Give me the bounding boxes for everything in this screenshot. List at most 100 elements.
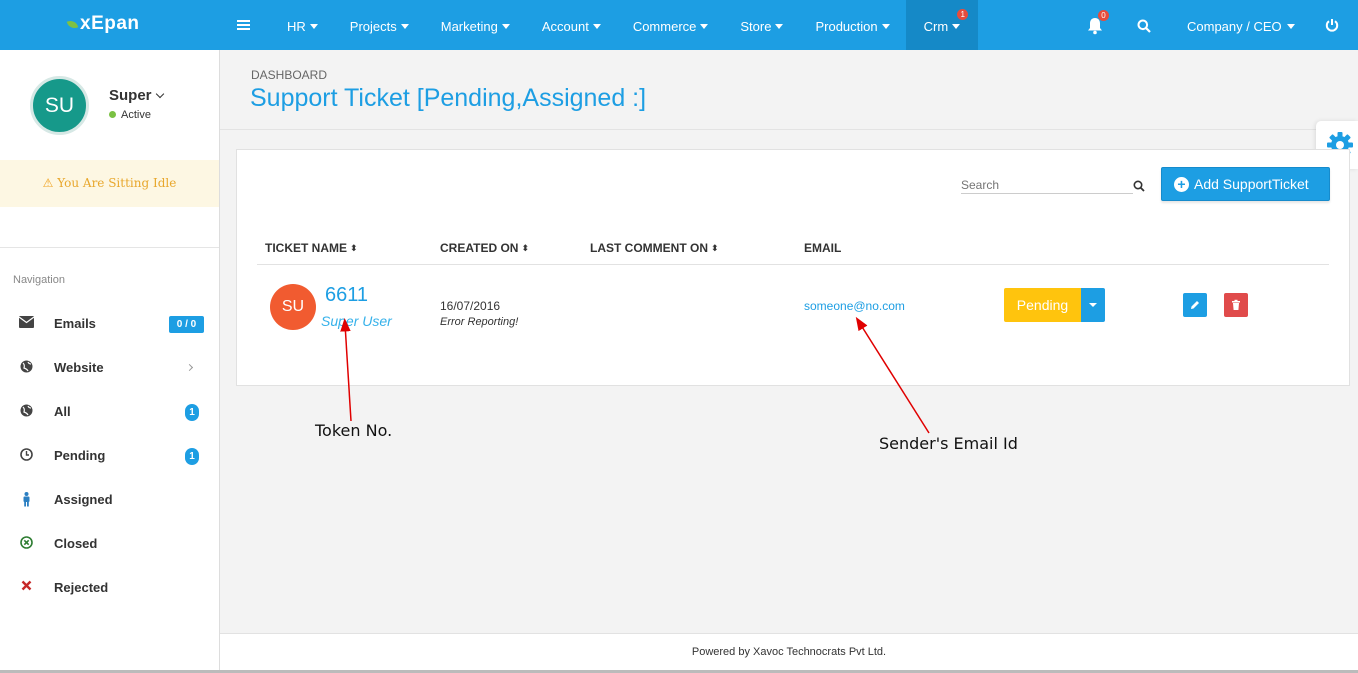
ticket-avatar: SU: [270, 284, 316, 330]
annotation-email: Sender's Email Id: [879, 434, 1018, 453]
search-input[interactable]: [961, 176, 1133, 194]
menu-store-label: Store: [740, 19, 772, 34]
col-created-on-label: CREATED ON: [440, 241, 519, 255]
breadcrumb[interactable]: DASHBOARD: [251, 68, 327, 82]
idle-alert: ⚠ You Are Sitting Idle: [0, 160, 219, 207]
user-status: Active: [109, 109, 151, 121]
crm-badge: 1: [957, 9, 969, 20]
menu-store[interactable]: Store: [724, 0, 799, 50]
warning-icon: ⚠: [42, 176, 54, 190]
main-menu: HR Projects Marketing Account Commerce S…: [271, 0, 979, 50]
sidebar: SU Super Active ⚠ You Are Sitting Idle N…: [0, 50, 220, 673]
idle-message: You Are Sitting Idle: [57, 176, 177, 190]
notifications-badge: 0: [1098, 10, 1109, 21]
email-link[interactable]: someone@no.com: [804, 299, 905, 313]
menu-production[interactable]: Production: [799, 0, 905, 50]
status-dropdown-toggle[interactable]: [1081, 288, 1105, 322]
top-navbar: xEpan HR Projects Marketing Account Comm…: [0, 0, 1358, 50]
sidebar-item-assigned[interactable]: Assigned: [0, 478, 219, 522]
menu-hr-label: HR: [287, 19, 306, 34]
logo-text: xEpan: [80, 13, 140, 34]
caret-down-icon: [700, 24, 709, 29]
sidebar-item-emails[interactable]: Emails 0 / 0: [0, 302, 219, 346]
trash-icon: [1232, 299, 1240, 310]
menu-projects[interactable]: Projects: [334, 0, 425, 50]
user-name: Super: [109, 87, 152, 104]
sort-icon: ⬍: [521, 243, 529, 253]
add-button-label: Add SupportTicket: [1194, 176, 1309, 192]
col-email-label: EMAIL: [804, 241, 842, 255]
col-created-on[interactable]: CREATED ON ⬍: [440, 241, 529, 255]
search-icon[interactable]: [1137, 19, 1151, 38]
menu-crm-label: Crm: [923, 19, 949, 34]
tickets-card: + Add SupportTicket TICKET NAME⬍ CREATED…: [236, 149, 1350, 386]
page-title: Support Ticket [Pending,Assigned :]: [250, 84, 647, 112]
menu-projects-label: Projects: [349, 19, 397, 34]
x-icon: [19, 580, 34, 594]
sidebar-item-label: Website: [54, 360, 104, 375]
sidebar-item-label: Assigned: [54, 492, 113, 507]
col-last-comment-label: LAST COMMENT ON: [590, 241, 708, 255]
user-menu[interactable]: Super: [109, 87, 164, 104]
company-label: Company / CEO: [1187, 19, 1282, 34]
app-logo[interactable]: xEpan: [66, 13, 140, 35]
company-dropdown[interactable]: Company / CEO: [1187, 0, 1295, 50]
user-avatar[interactable]: SU: [30, 76, 89, 135]
col-last-comment-on[interactable]: LAST COMMENT ON ⬍: [590, 241, 719, 255]
sidebar-item-label: Rejected: [54, 580, 109, 595]
sidebar-item-pending[interactable]: Pending 1: [0, 434, 219, 478]
status-dot-icon: [109, 111, 116, 118]
hamburger-menu-icon[interactable]: [237, 20, 250, 30]
sidebar-item-website[interactable]: Website: [0, 346, 219, 390]
chevron-right-icon: [185, 363, 194, 372]
power-icon[interactable]: [1325, 18, 1339, 37]
caret-down-icon: [400, 24, 409, 29]
caret-down-icon: [952, 24, 961, 29]
sidebar-item-label: Closed: [54, 536, 98, 551]
divider: [257, 264, 1329, 265]
col-email: EMAIL: [804, 241, 841, 255]
divider: [0, 247, 219, 248]
sidebar-item-all[interactable]: All 1: [0, 390, 219, 434]
user-status-label: Active: [121, 109, 151, 121]
person-icon: [19, 492, 34, 507]
menu-marketing[interactable]: Marketing: [425, 0, 526, 50]
menu-hr[interactable]: HR: [271, 0, 334, 50]
caret-down-icon: [592, 24, 601, 29]
all-count-badge: 1: [185, 404, 199, 421]
plus-circle-icon: +: [1174, 176, 1189, 192]
ticket-subject: Error Reporting!: [440, 316, 519, 328]
annotation-token: Token No.: [315, 421, 393, 440]
delete-button[interactable]: [1224, 293, 1248, 317]
sort-icon: ⬍: [350, 243, 358, 253]
ticket-number-link[interactable]: 6611: [325, 284, 368, 307]
status-button-group: Pending: [1004, 288, 1105, 322]
sidebar-item-rejected[interactable]: Rejected: [0, 566, 219, 610]
search-icon[interactable]: [1133, 179, 1145, 197]
menu-marketing-label: Marketing: [440, 19, 498, 34]
menu-production-label: Production: [815, 19, 878, 34]
menu-crm[interactable]: Crm 1: [905, 0, 979, 50]
caret-down-icon: [881, 24, 890, 29]
notifications-bell-icon[interactable]: 0: [1087, 10, 1109, 35]
sidebar-item-label: Pending: [54, 448, 106, 463]
caret-down-icon: [775, 24, 784, 29]
menu-commerce[interactable]: Commerce: [617, 0, 725, 50]
emails-count-badge: 0 / 0: [169, 316, 204, 333]
leaf-icon: [66, 18, 79, 30]
caret-down-icon: [309, 24, 318, 29]
chevron-down-icon: [155, 89, 164, 99]
ticket-user: Super User: [321, 313, 392, 329]
add-support-ticket-button[interactable]: + Add SupportTicket: [1161, 167, 1330, 201]
edit-button[interactable]: [1183, 293, 1207, 317]
status-pending-button[interactable]: Pending: [1004, 288, 1081, 322]
menu-account[interactable]: Account: [526, 0, 617, 50]
divider: [220, 129, 1358, 130]
caret-down-icon: [501, 24, 510, 29]
menu-commerce-label: Commerce: [632, 19, 697, 34]
sidebar-item-closed[interactable]: Closed: [0, 522, 219, 566]
globe-icon: [19, 360, 34, 374]
caret-down-icon: [1089, 303, 1097, 307]
footer: Powered by Xavoc Technocrats Pvt Ltd.: [220, 633, 1358, 670]
col-ticket-name[interactable]: TICKET NAME ⬍: [265, 241, 358, 255]
